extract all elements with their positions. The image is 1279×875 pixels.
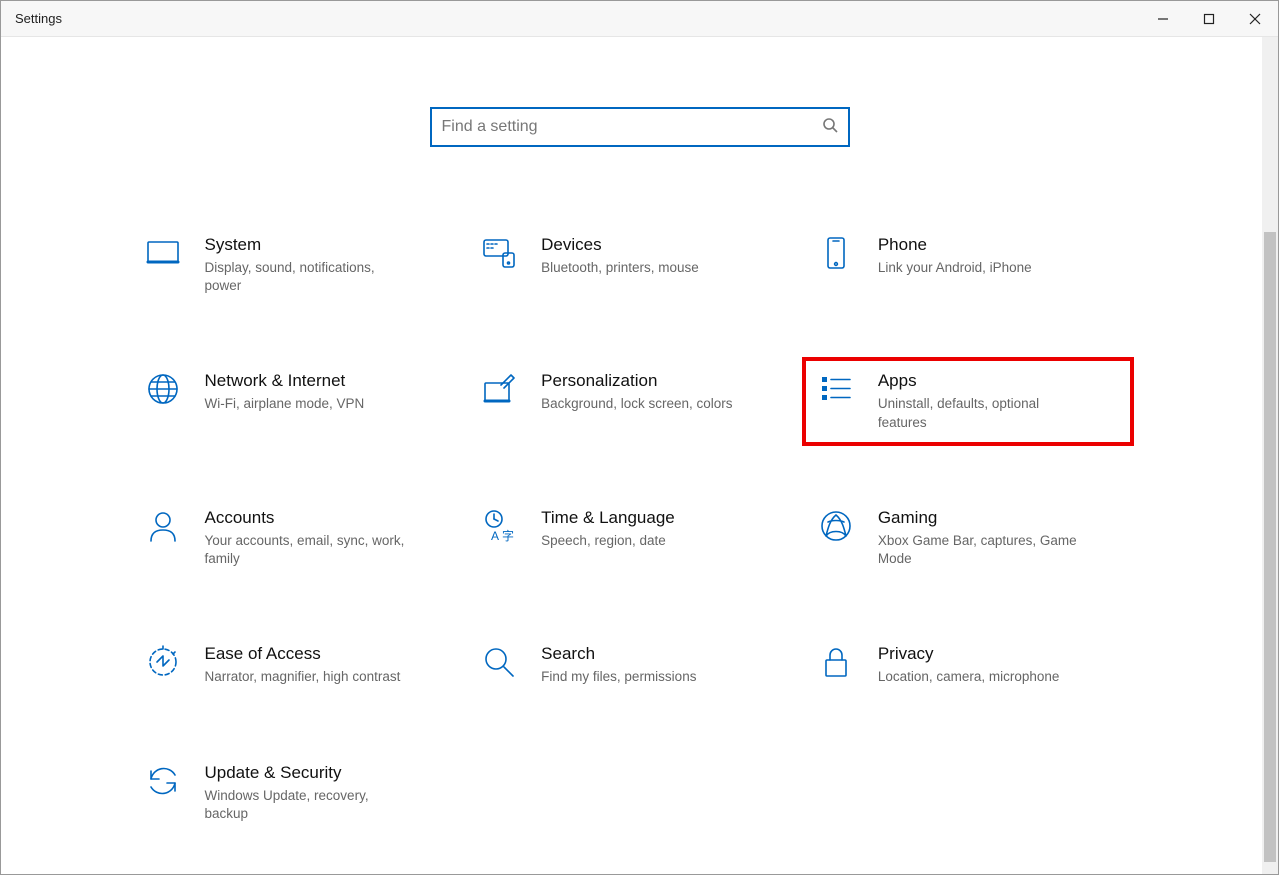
devices-icon bbox=[481, 235, 517, 271]
scrollbar-thumb[interactable] bbox=[1264, 232, 1276, 862]
tile-desc: Speech, region, date bbox=[541, 532, 675, 550]
tile-title: Privacy bbox=[878, 644, 1060, 664]
display-icon bbox=[145, 235, 181, 271]
lock-icon bbox=[818, 644, 854, 680]
search-box[interactable] bbox=[430, 107, 850, 147]
tile-privacy[interactable]: Privacy Location, camera, microphone bbox=[808, 636, 1128, 694]
tile-phone[interactable]: Phone Link your Android, iPhone bbox=[808, 227, 1128, 303]
minimize-button[interactable] bbox=[1140, 1, 1186, 36]
tile-desc: Windows Update, recovery, backup bbox=[205, 787, 405, 823]
tile-update-security[interactable]: Update & Security Windows Update, recove… bbox=[135, 755, 455, 831]
gaming-icon bbox=[818, 508, 854, 544]
tile-desc: Link your Android, iPhone bbox=[878, 259, 1032, 277]
maximize-button[interactable] bbox=[1186, 1, 1232, 36]
tile-title: Phone bbox=[878, 235, 1032, 255]
update-icon bbox=[145, 763, 181, 799]
globe-icon bbox=[145, 371, 181, 407]
tile-search[interactable]: Search Find my files, permissions bbox=[471, 636, 791, 694]
tile-title: Time & Language bbox=[541, 508, 675, 528]
tile-title: Gaming bbox=[878, 508, 1078, 528]
window-controls bbox=[1140, 1, 1278, 36]
tile-apps[interactable]: Apps Uninstall, defaults, optional featu… bbox=[808, 363, 1128, 439]
content-area: System Display, sound, notifications, po… bbox=[1, 37, 1278, 874]
tile-title: System bbox=[205, 235, 405, 255]
tile-desc: Find my files, permissions bbox=[541, 668, 696, 686]
tile-title: Personalization bbox=[541, 371, 732, 391]
search-icon bbox=[822, 117, 838, 138]
accounts-icon bbox=[145, 508, 181, 544]
tile-title: Ease of Access bbox=[205, 644, 401, 664]
phone-icon bbox=[818, 235, 854, 271]
tile-personalization[interactable]: Personalization Background, lock screen,… bbox=[471, 363, 791, 439]
tile-title: Apps bbox=[878, 371, 1078, 391]
svg-text:字: 字 bbox=[502, 528, 514, 543]
tile-time-language[interactable]: A字 Time & Language Speech, region, date bbox=[471, 500, 791, 576]
tile-title: Update & Security bbox=[205, 763, 405, 783]
ease-of-access-icon bbox=[145, 644, 181, 680]
tile-network-internet[interactable]: Network & Internet Wi-Fi, airplane mode,… bbox=[135, 363, 455, 439]
apps-icon bbox=[818, 371, 854, 407]
tile-desc: Your accounts, email, sync, work, family bbox=[205, 532, 405, 568]
close-button[interactable] bbox=[1232, 1, 1278, 36]
tile-desc: Bluetooth, printers, mouse bbox=[541, 259, 699, 277]
window-title: Settings bbox=[1, 11, 62, 26]
tile-ease-of-access[interactable]: Ease of Access Narrator, magnifier, high… bbox=[135, 636, 455, 694]
tile-title: Devices bbox=[541, 235, 699, 255]
tile-title: Search bbox=[541, 644, 696, 664]
search-category-icon bbox=[481, 644, 517, 680]
tile-desc: Display, sound, notifications, power bbox=[205, 259, 405, 295]
scrollbar[interactable] bbox=[1262, 37, 1278, 874]
svg-text:A: A bbox=[491, 529, 499, 543]
time-language-icon: A字 bbox=[481, 508, 517, 544]
tile-desc: Narrator, magnifier, high contrast bbox=[205, 668, 401, 686]
tile-desc: Uninstall, defaults, optional features bbox=[878, 395, 1078, 431]
tile-desc: Xbox Game Bar, captures, Game Mode bbox=[878, 532, 1078, 568]
tile-system[interactable]: System Display, sound, notifications, po… bbox=[135, 227, 455, 303]
personalization-icon bbox=[481, 371, 517, 407]
titlebar: Settings bbox=[1, 1, 1278, 37]
search-input[interactable] bbox=[442, 118, 822, 136]
tile-desc: Background, lock screen, colors bbox=[541, 395, 732, 413]
tile-desc: Location, camera, microphone bbox=[878, 668, 1060, 686]
tile-accounts[interactable]: Accounts Your accounts, email, sync, wor… bbox=[135, 500, 455, 576]
tile-title: Accounts bbox=[205, 508, 405, 528]
settings-grid: System Display, sound, notifications, po… bbox=[135, 227, 1145, 831]
tile-devices[interactable]: Devices Bluetooth, printers, mouse bbox=[471, 227, 791, 303]
tile-gaming[interactable]: Gaming Xbox Game Bar, captures, Game Mod… bbox=[808, 500, 1128, 576]
tile-desc: Wi-Fi, airplane mode, VPN bbox=[205, 395, 365, 413]
tile-title: Network & Internet bbox=[205, 371, 365, 391]
